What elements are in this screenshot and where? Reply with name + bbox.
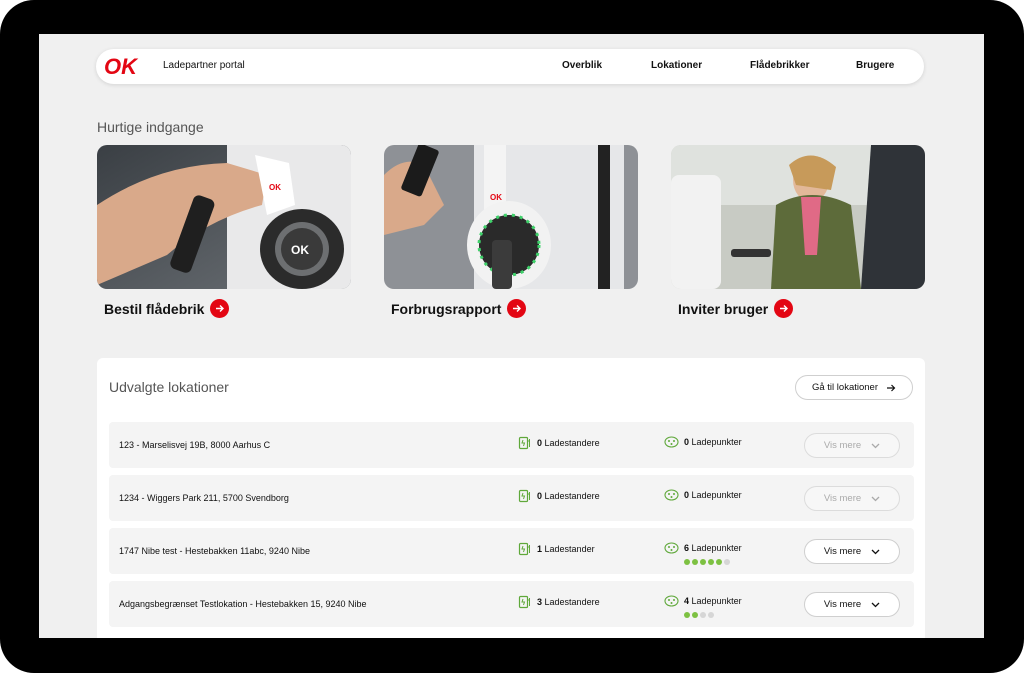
chevron-down-icon bbox=[871, 549, 880, 554]
points-label: Ladepunkter bbox=[691, 437, 742, 447]
usage-report-link[interactable]: Forbrugsrapport bbox=[391, 299, 527, 318]
charger-count: 0 bbox=[537, 491, 543, 501]
status-dot-active bbox=[700, 559, 706, 565]
top-navbar: OK Ladepartner portal Overblik Lokatione… bbox=[96, 49, 924, 84]
arrow-right-icon bbox=[507, 299, 527, 318]
charging-station-icon bbox=[518, 542, 530, 556]
usage-report-photo: OK bbox=[384, 145, 638, 289]
quick-links-heading: Hurtige indgange bbox=[97, 119, 204, 135]
show-more-label: Vis mere bbox=[823, 440, 862, 451]
charger-label: Ladestandere bbox=[544, 491, 600, 501]
plug-socket-icon bbox=[664, 436, 679, 448]
charger-count: 1 bbox=[537, 544, 543, 554]
app-screen: OK Ladepartner portal Overblik Lokatione… bbox=[39, 34, 984, 638]
show-more-label: Vis mere bbox=[823, 546, 862, 557]
svg-text:OK: OK bbox=[291, 243, 309, 257]
quick-card-fleet-tag[interactable]: OK OK Bestil flådebrik bbox=[97, 145, 351, 318]
invite-user-label: Inviter bruger bbox=[678, 300, 769, 317]
plug-socket-icon bbox=[664, 595, 679, 607]
points-stat: 0 Ladepunkter bbox=[664, 436, 742, 448]
arrow-right-icon bbox=[887, 384, 896, 391]
status-dot-inactive bbox=[724, 559, 730, 565]
charging-station-icon bbox=[518, 436, 530, 450]
status-dot-active bbox=[692, 612, 698, 618]
charger-stat: 1 Ladestander bbox=[518, 542, 595, 556]
charger-stat: 0 Ladestandere bbox=[518, 436, 600, 450]
order-fleet-tag-label: Bestil flådebrik bbox=[104, 300, 205, 317]
logo-text: OK bbox=[104, 54, 139, 78]
points-count: 6 bbox=[684, 543, 690, 553]
location-name: 1234 - Wiggers Park 211, 5700 Svendborg bbox=[119, 493, 289, 503]
charging-station-icon bbox=[518, 595, 530, 609]
points-stat: 0 Ladepunkter bbox=[664, 489, 742, 501]
status-dot-active bbox=[684, 612, 690, 618]
plug-socket-icon bbox=[664, 489, 679, 501]
points-label: Ladepunkter bbox=[691, 596, 742, 606]
invite-user-photo bbox=[671, 145, 925, 289]
invite-user-link[interactable]: Inviter bruger bbox=[678, 299, 794, 318]
points-label: Ladepunkter bbox=[691, 543, 742, 553]
status-dot-active bbox=[684, 559, 690, 565]
charger-stat: 3 Ladestandere bbox=[518, 595, 600, 609]
selected-locations-panel: Udvalgte lokationer Gå til lokationer 12… bbox=[97, 358, 925, 638]
chevron-down-icon bbox=[871, 496, 880, 501]
nav-brugere[interactable]: Brugere bbox=[856, 60, 894, 71]
location-row: 1747 Nibe test - Hestebakken 11abc, 9240… bbox=[109, 528, 914, 574]
status-dot-active bbox=[692, 559, 698, 565]
points-label: Ladepunkter bbox=[691, 490, 742, 500]
nav-lokationer[interactable]: Lokationer bbox=[651, 60, 702, 71]
points-count: 4 bbox=[684, 596, 690, 606]
points-count: 0 bbox=[684, 437, 690, 447]
points-count: 0 bbox=[684, 490, 690, 500]
chevron-down-icon bbox=[871, 443, 880, 448]
ok-logo[interactable]: OK bbox=[102, 54, 154, 78]
show-more-button[interactable]: Vis mere bbox=[804, 433, 900, 458]
svg-text:OK: OK bbox=[490, 193, 502, 202]
points-status-dots bbox=[684, 612, 714, 618]
location-row: 123 - Marselisvej 19B, 8000 Aarhus C 0 L… bbox=[109, 422, 914, 468]
portal-name: Ladepartner portal bbox=[163, 60, 245, 71]
chevron-down-icon bbox=[871, 602, 880, 607]
device-frame: OK Ladepartner portal Overblik Lokatione… bbox=[0, 0, 1024, 673]
points-stat: 4 Ladepunkter bbox=[664, 595, 742, 607]
charger-stat: 0 Ladestandere bbox=[518, 489, 600, 503]
location-name: 123 - Marselisvej 19B, 8000 Aarhus C bbox=[119, 440, 271, 450]
location-name: Adgangsbegrænset Testlokation - Hestebak… bbox=[119, 599, 367, 609]
show-more-label: Vis mere bbox=[823, 599, 862, 610]
status-dot-inactive bbox=[708, 612, 714, 618]
charger-count: 3 bbox=[537, 597, 543, 607]
points-status-dots bbox=[684, 559, 730, 565]
location-name: 1747 Nibe test - Hestebakken 11abc, 9240… bbox=[119, 546, 310, 556]
quick-card-invite-user[interactable]: Inviter bruger bbox=[671, 145, 925, 318]
selected-locations-title: Udvalgte lokationer bbox=[109, 379, 229, 395]
charger-label: Ladestandere bbox=[544, 597, 600, 607]
status-dot-active bbox=[708, 559, 714, 565]
location-row: Adgangsbegrænset Testlokation - Hestebak… bbox=[109, 581, 914, 627]
goto-locations-button[interactable]: Gå til lokationer bbox=[794, 375, 913, 400]
charging-station-icon bbox=[518, 489, 530, 503]
points-stat: 6 Ladepunkter bbox=[664, 542, 742, 554]
nav-fladebrikker[interactable]: Flådebrikker bbox=[750, 60, 809, 71]
status-dot-active bbox=[716, 559, 722, 565]
show-more-button[interactable]: Vis mere bbox=[804, 539, 900, 564]
show-more-button[interactable]: Vis mere bbox=[804, 486, 900, 511]
arrow-right-icon bbox=[210, 299, 230, 318]
goto-locations-label: Gå til lokationer bbox=[811, 382, 878, 393]
show-more-label: Vis mere bbox=[823, 493, 862, 504]
quick-card-usage-report[interactable]: OK Forbrugsrapport bbox=[384, 145, 638, 318]
usage-report-label: Forbrugsrapport bbox=[391, 300, 502, 317]
plug-socket-icon bbox=[664, 542, 679, 554]
arrow-right-icon bbox=[774, 299, 794, 318]
location-row: 1234 - Wiggers Park 211, 5700 Svendborg … bbox=[109, 475, 914, 521]
fleet-tag-photo: OK OK bbox=[97, 145, 351, 289]
charger-count: 0 bbox=[537, 438, 543, 448]
nav-overblik[interactable]: Overblik bbox=[562, 60, 602, 71]
status-dot-inactive bbox=[700, 612, 706, 618]
charger-label: Ladestandere bbox=[544, 438, 600, 448]
charger-label: Ladestander bbox=[544, 544, 595, 554]
svg-text:OK: OK bbox=[269, 183, 281, 192]
order-fleet-tag-link[interactable]: Bestil flådebrik bbox=[104, 299, 230, 318]
show-more-button[interactable]: Vis mere bbox=[804, 592, 900, 617]
